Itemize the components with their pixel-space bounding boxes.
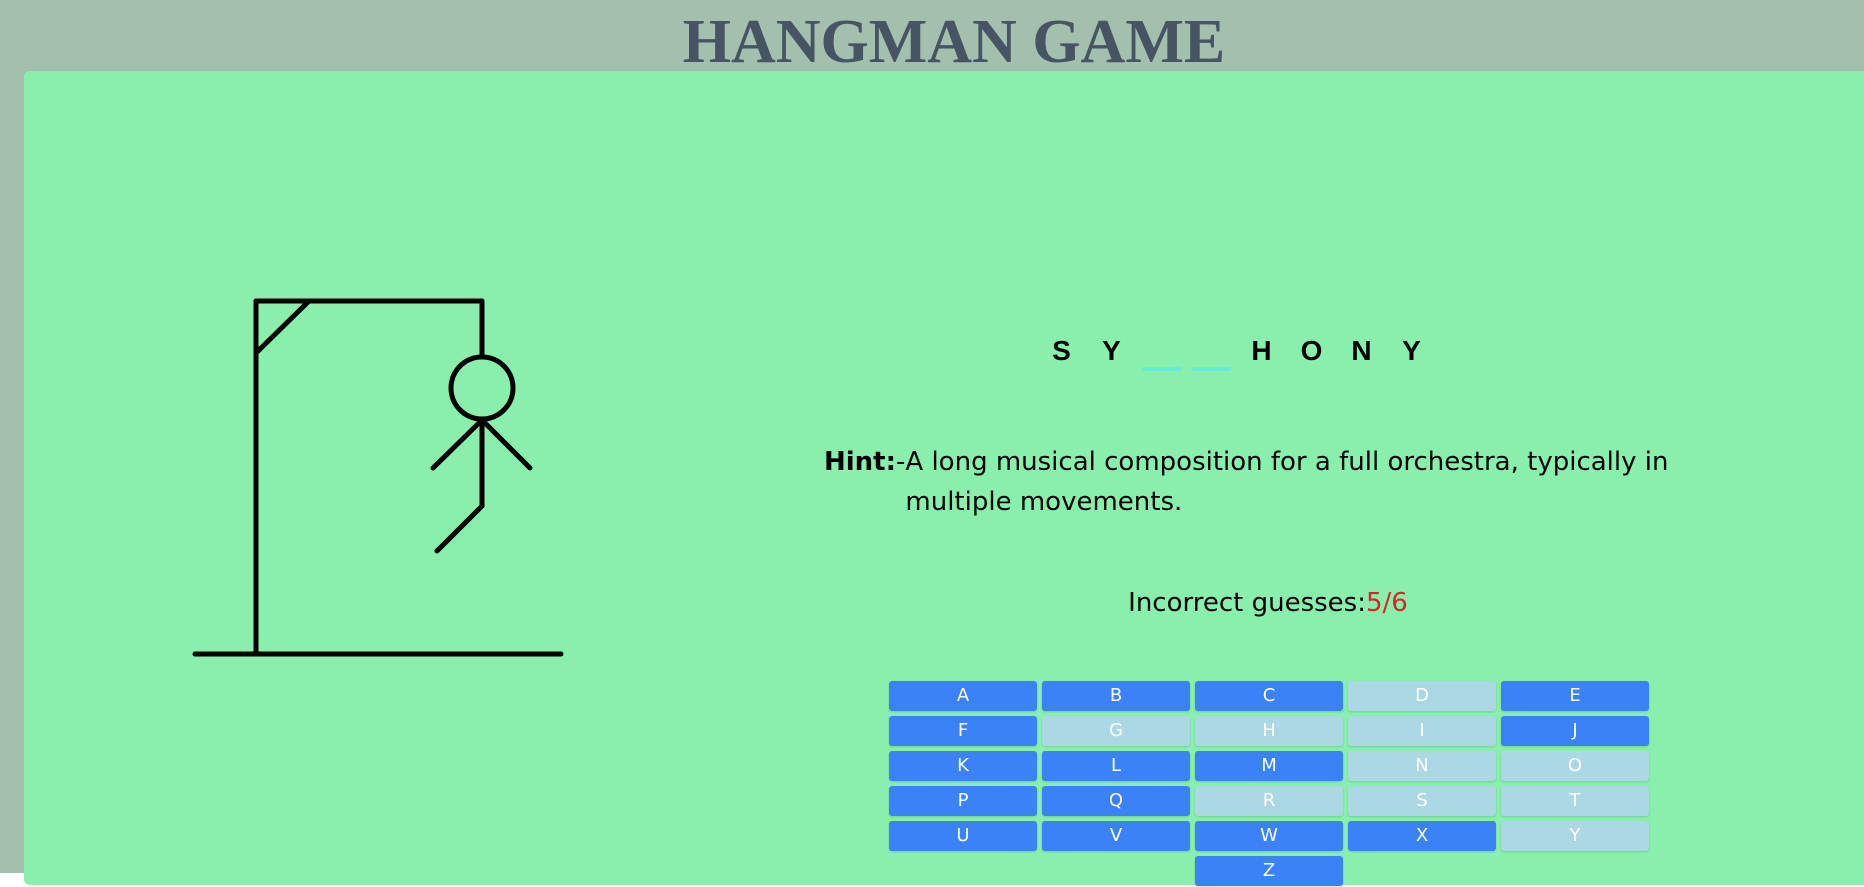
key-m-button[interactable]: M bbox=[1195, 751, 1343, 781]
key-i-button[interactable]: I bbox=[1348, 716, 1496, 746]
hangman-right-arm bbox=[479, 417, 533, 471]
incorrect-guesses-label: Incorrect guesses: bbox=[1128, 588, 1366, 618]
word-blank-slot bbox=[1190, 333, 1233, 373]
word-letter: H bbox=[1251, 335, 1272, 366]
key-n-button[interactable]: N bbox=[1348, 751, 1496, 781]
word-letter: Y bbox=[1402, 335, 1421, 366]
key-t-button[interactable]: T bbox=[1501, 786, 1649, 816]
hint-text: A long musical composition for a full or… bbox=[905, 447, 1669, 517]
hangman-left-leg bbox=[434, 503, 485, 554]
letter-keyboard: ABCDE FGHIJ KLMNO PQRST UVWXY Z bbox=[889, 681, 1652, 886]
word-letter-slot: N bbox=[1340, 333, 1383, 373]
word-blank-slot bbox=[1140, 333, 1183, 373]
key-w-button[interactable]: W bbox=[1195, 821, 1343, 851]
key-p-button[interactable]: P bbox=[889, 786, 1037, 816]
key-l-button[interactable]: L bbox=[1042, 751, 1190, 781]
key-a-button[interactable]: A bbox=[889, 681, 1037, 711]
key-x-button[interactable]: X bbox=[1348, 821, 1496, 851]
hangman-head bbox=[448, 354, 516, 422]
hint-label: Hint: bbox=[824, 447, 897, 477]
key-u-button[interactable]: U bbox=[889, 821, 1037, 851]
hint-dash: - bbox=[896, 447, 906, 477]
key-r-button[interactable]: R bbox=[1195, 786, 1343, 816]
key-z-button[interactable]: Z bbox=[1195, 856, 1343, 886]
key-f-button[interactable]: F bbox=[889, 716, 1037, 746]
key-e-button[interactable]: E bbox=[1501, 681, 1649, 711]
key-o-button[interactable]: O bbox=[1501, 751, 1649, 781]
gallows-brace bbox=[253, 298, 312, 356]
key-v-button[interactable]: V bbox=[1042, 821, 1190, 851]
word-letter-slot: O bbox=[1290, 333, 1333, 373]
incorrect-guesses: Incorrect guesses:5/6 bbox=[0, 583, 1864, 623]
key-s-button[interactable]: S bbox=[1348, 786, 1496, 816]
key-d-button[interactable]: D bbox=[1348, 681, 1496, 711]
word-letter-slot: S bbox=[1040, 333, 1083, 373]
word-letter: Y bbox=[1102, 335, 1121, 366]
word-letter: S bbox=[1052, 335, 1071, 366]
key-q-button[interactable]: Q bbox=[1042, 786, 1190, 816]
key-g-button[interactable]: G bbox=[1042, 716, 1190, 746]
word-letter: N bbox=[1351, 335, 1372, 366]
hangman-left-arm bbox=[430, 417, 485, 471]
word-letter-slot: Y bbox=[1090, 333, 1133, 373]
word-letter: O bbox=[1300, 335, 1323, 366]
key-k-button[interactable]: K bbox=[889, 751, 1037, 781]
word-letter-slot: Y bbox=[1390, 333, 1433, 373]
key-b-button[interactable]: B bbox=[1042, 681, 1190, 711]
key-y-button[interactable]: Y bbox=[1501, 821, 1649, 851]
hint: Hint: - A long musical composition for a… bbox=[824, 442, 1704, 522]
word-letter-slot: H bbox=[1240, 333, 1283, 373]
key-h-button[interactable]: H bbox=[1195, 716, 1343, 746]
key-c-button[interactable]: C bbox=[1195, 681, 1343, 711]
page-title: HANGMAN GAME bbox=[682, 8, 1226, 76]
word-display: SYHONY bbox=[1040, 331, 1440, 373]
key-j-button[interactable]: J bbox=[1501, 716, 1649, 746]
incorrect-guesses-count: 5/6 bbox=[1365, 588, 1408, 618]
